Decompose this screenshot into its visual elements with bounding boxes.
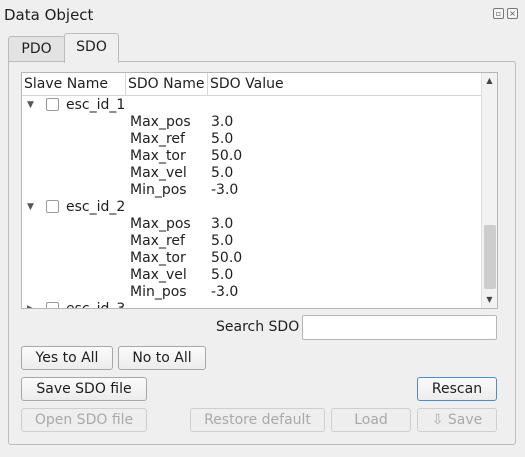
sdo-name: Max_vel [130, 267, 187, 283]
open-sdo-file-button[interactable]: Open SDO file [21, 408, 147, 432]
search-sdo-label: Search SDO [216, 319, 300, 335]
scroll-thumb[interactable] [484, 225, 496, 289]
sdo-name: Min_pos [130, 284, 187, 300]
sdo-entry-row[interactable]: Max_pos 3.0 [22, 216, 482, 233]
tree-body: ▼ esc_id_1 Max_pos 3.0 Max_ref 5.0 Max_tor 50.0… [22, 96, 482, 309]
sdo-name: Max_pos [130, 216, 191, 232]
sdo-value[interactable]: 5.0 [211, 267, 233, 284]
sdo-tree[interactable]: Slave Name SDO Name SDO Value ▼ esc_id_1 M… [21, 72, 498, 309]
slave-checkbox[interactable] [46, 302, 59, 308]
sdo-value[interactable]: 5.0 [211, 131, 233, 148]
tree-header: Slave Name SDO Name SDO Value [22, 73, 482, 96]
sdo-name: Max_vel [130, 165, 187, 181]
sdo-entry-row[interactable]: Max_tor 50.0 [22, 250, 482, 267]
sdo-name: Min_pos [130, 182, 187, 198]
sdo-value[interactable]: 3.0 [211, 114, 233, 131]
window-title: Data Object [4, 6, 94, 24]
no-to-all-button[interactable]: No to All [118, 346, 206, 370]
download-icon: ⇩ [431, 412, 444, 428]
slave-name: esc_id_2 [66, 199, 126, 215]
sdo-entry-row[interactable]: Max_tor 50.0 [22, 148, 482, 165]
sdo-entry-row[interactable]: Max_ref 5.0 [22, 233, 482, 250]
sdo-entry-row[interactable]: Max_vel 5.0 [22, 165, 482, 182]
tree-group-row[interactable]: ▼ esc_id_2 [22, 199, 482, 216]
sdo-name: Max_tor [130, 250, 186, 266]
sdo-value[interactable]: 50.0 [211, 148, 242, 165]
search-sdo-input[interactable] [302, 315, 497, 340]
restore-default-button[interactable]: Restore default [190, 408, 325, 432]
sdo-name: Max_tor [130, 148, 186, 164]
rescan-button[interactable]: Rescan [417, 377, 497, 401]
slave-name: esc_id_1 [66, 97, 126, 113]
yes-to-all-button[interactable]: Yes to All [21, 346, 113, 370]
slave-checkbox[interactable] [46, 200, 59, 213]
scroll-up-icon[interactable]: ▲ [482, 73, 497, 89]
save-button[interactable]: ⇩ Save [417, 408, 497, 432]
chevron-down-icon[interactable]: ▼ [27, 199, 34, 216]
chevron-down-icon[interactable]: ▼ [27, 97, 34, 114]
tree-scrollbar[interactable]: ▲ ▼ [481, 73, 497, 308]
sdo-value[interactable]: -3.0 [211, 284, 238, 301]
tree-group-row[interactable]: ▼ esc_id_1 [22, 97, 482, 114]
sdo-value[interactable]: -3.0 [211, 182, 238, 199]
sdo-entry-row[interactable]: Min_pos -3.0 [22, 182, 482, 199]
column-header-sdo-value[interactable]: SDO Value [208, 73, 482, 96]
chevron-right-icon[interactable]: ▶ [27, 301, 34, 308]
column-header-slave-name[interactable]: Slave Name [22, 73, 126, 96]
close-icon[interactable]: × [507, 8, 518, 19]
tree-group-row[interactable]: ▶ esc_id_3 [22, 301, 482, 309]
scroll-down-icon[interactable]: ▼ [482, 292, 497, 308]
load-button[interactable]: Load [331, 408, 411, 432]
column-header-sdo-name[interactable]: SDO Name [126, 73, 208, 96]
sdo-value[interactable]: 5.0 [211, 233, 233, 250]
sdo-entry-row[interactable]: Max_ref 5.0 [22, 131, 482, 148]
sdo-name: Max_ref [130, 131, 185, 147]
sdo-value[interactable]: 3.0 [211, 216, 233, 233]
tab-sdo[interactable]: SDO [64, 33, 119, 63]
tab-pdo[interactable]: PDO [8, 36, 65, 62]
slave-name: esc_id_3 [66, 301, 126, 309]
title-bar: Data Object ▫ × [0, 0, 525, 30]
save-button-label: Save [447, 412, 483, 428]
slave-checkbox[interactable] [46, 98, 59, 111]
sdo-value[interactable]: 5.0 [211, 165, 233, 182]
save-sdo-file-button[interactable]: Save SDO file [21, 377, 147, 401]
sdo-value[interactable]: 50.0 [211, 250, 242, 267]
sdo-name: Max_pos [130, 114, 191, 130]
sdo-name: Max_ref [130, 233, 185, 249]
sdo-entry-row[interactable]: Max_pos 3.0 [22, 114, 482, 131]
sdo-entry-row[interactable]: Max_vel 5.0 [22, 267, 482, 284]
float-window-icon[interactable]: ▫ [493, 8, 504, 19]
sdo-entry-row[interactable]: Min_pos -3.0 [22, 284, 482, 301]
